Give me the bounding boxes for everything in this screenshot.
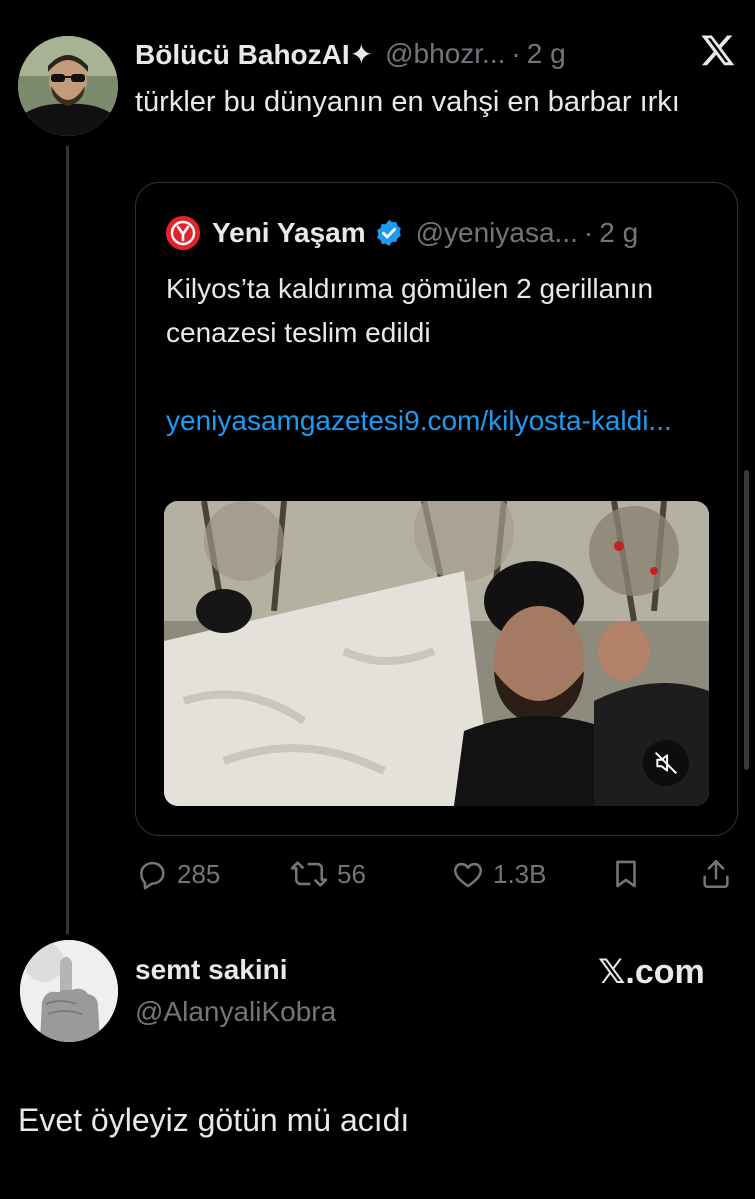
quoted-tweet-time[interactable]: 2 g	[599, 217, 638, 249]
quoted-tweet[interactable]: Yeni Yaşam @yeniyasa... · 2 g Kilyos’ta …	[135, 182, 738, 836]
repost-icon	[290, 861, 328, 887]
thread-line	[66, 146, 69, 934]
like-icon	[453, 862, 483, 888]
reply-author-name[interactable]: semt sakini	[135, 954, 288, 986]
author-name[interactable]: Bölücü BahozAI✦	[135, 38, 373, 71]
reply-avatar[interactable]	[20, 940, 118, 1042]
repost-button[interactable]: 56	[289, 852, 366, 896]
reply-count: 285	[177, 858, 221, 889]
mute-icon	[655, 752, 677, 774]
like-button[interactable]: 1.3B	[451, 852, 547, 896]
avatar[interactable]	[18, 36, 118, 136]
quoted-author-name[interactable]: Yeni Yaşam	[212, 217, 366, 249]
verified-badge-icon	[376, 219, 401, 247]
author-handle[interactable]: @bhozr...	[385, 38, 505, 70]
x-logo-icon[interactable]	[700, 32, 736, 68]
bookmark-button[interactable]	[609, 852, 651, 896]
separator-dot: ·	[583, 217, 594, 248]
repost-count: 56	[337, 858, 366, 889]
mute-button[interactable]	[643, 740, 689, 786]
reply-icon	[140, 861, 165, 890]
video-player[interactable]	[164, 501, 709, 806]
scrollbar[interactable]	[744, 470, 749, 770]
quoted-tweet-link[interactable]: yeniyasamgazetesi9.com/kilyosta-kaldi...	[166, 399, 726, 443]
video-frame	[164, 501, 709, 806]
tweet-actions: 285 56 1.3B	[135, 852, 738, 896]
share-button[interactable]	[699, 852, 741, 896]
separator-dot: ·	[511, 38, 521, 69]
reply-button[interactable]: 285	[135, 852, 220, 896]
quoted-author-handle[interactable]: @yeniyasa...	[416, 217, 578, 249]
tweet-time[interactable]: 2 g	[527, 38, 566, 70]
quoted-tweet-header: Yeni Yaşam @yeniyasa... · 2 g	[166, 213, 638, 253]
bookmark-icon	[616, 860, 636, 888]
quoted-tweet-text: Kilyos’ta kaldırıma gömülen 2 gerillanın…	[166, 273, 654, 348]
quoted-avatar[interactable]	[166, 216, 200, 250]
reply-text: Evet öyleyiz götün mü acıdı	[18, 1102, 410, 1138]
tweet-header: Bölücü BahozAI✦ @bhozr... · 2 g	[135, 34, 566, 74]
reply-author-handle[interactable]: @AlanyaliKobra	[135, 996, 336, 1028]
like-count: 1.3B	[493, 858, 547, 889]
tweet-text: türkler bu dünyanın en vahşi en barbar ı…	[135, 86, 680, 118]
share-icon	[703, 859, 729, 889]
source-label: 𝕏.com	[598, 953, 705, 991]
